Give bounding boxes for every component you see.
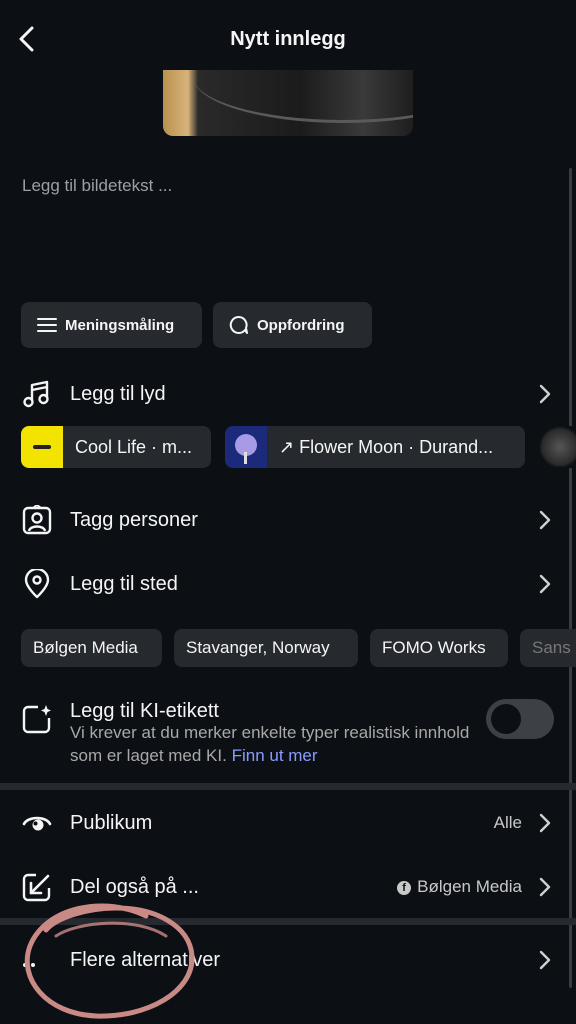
audience-label: Publikum	[70, 811, 153, 834]
ai-label-title: Legg til KI-etikett	[70, 699, 219, 722]
section-divider	[0, 783, 576, 790]
add-audio-label: Legg til lyd	[70, 382, 166, 405]
chevron-right-icon	[539, 384, 551, 404]
toggle-knob	[491, 704, 521, 734]
eye-icon	[22, 816, 52, 831]
audio-suggestion-chip[interactable]: Cool Life · m...	[21, 426, 211, 468]
add-audio-row[interactable]: Legg til lyd	[0, 374, 576, 414]
speech-bubble-icon	[229, 315, 248, 334]
add-location-label: Legg til sted	[70, 572, 178, 595]
ai-label-toggle[interactable]	[486, 699, 554, 739]
location-suggestion-chip[interactable]: Bølgen Media	[21, 629, 162, 667]
audio-suggestion-chip[interactable]	[539, 426, 576, 468]
audio-suggestion-chip[interactable]: ↗ Flower Moon · Durand...	[225, 426, 525, 468]
share-also-account: Bølgen Media	[417, 877, 522, 896]
chevron-right-icon	[539, 950, 551, 970]
section-divider	[0, 918, 576, 925]
album-art-icon	[539, 426, 576, 468]
poll-button[interactable]: Meningsmåling	[21, 302, 202, 348]
chevron-right-icon	[539, 813, 551, 833]
album-art-icon	[21, 426, 63, 468]
share-arrow-icon	[22, 873, 51, 902]
caption-input[interactable]: Legg til bildetekst ...	[22, 176, 172, 196]
post-image-thumbnail[interactable]	[163, 70, 413, 136]
prompt-label: Oppfordring	[257, 316, 345, 334]
ai-label-description: Vi krever at du merker enkelte typer rea…	[70, 721, 470, 767]
poll-label: Meningsmåling	[65, 316, 175, 334]
audio-suggestion-label: ↗ Flower Moon · Durand...	[279, 436, 494, 457]
add-location-row[interactable]: Legg til sted	[0, 564, 576, 604]
audience-value: Alle	[493, 813, 522, 832]
prompt-button[interactable]: Oppfordring	[213, 302, 372, 348]
share-also-row[interactable]: Del også på ... f Bølgen Media	[0, 867, 576, 907]
learn-more-link[interactable]: Finn ut mer	[232, 746, 318, 765]
person-tag-icon	[22, 505, 52, 535]
audience-row[interactable]: Publikum Alle	[0, 803, 576, 843]
more-options-label: Flere alternativer	[70, 948, 221, 971]
ai-sparkle-icon	[22, 705, 51, 734]
more-dots-icon	[23, 963, 35, 967]
menu-lines-icon	[37, 318, 57, 332]
music-note-icon	[23, 380, 49, 408]
facebook-icon: f	[397, 881, 412, 895]
more-options-row[interactable]: Flere alternativer	[0, 940, 576, 980]
tag-people-row[interactable]: Tagg personer	[0, 500, 576, 540]
chevron-right-icon	[539, 510, 551, 530]
location-suggestion-chip[interactable]: Stavanger, Norway	[174, 629, 358, 667]
tag-people-label: Tagg personer	[70, 508, 198, 531]
top-bar: Nytt innlegg	[0, 0, 576, 70]
chevron-right-icon	[539, 877, 551, 897]
location-pin-icon	[24, 569, 50, 599]
audio-suggestion-label: Cool Life · m...	[75, 436, 193, 457]
location-suggestion-chip[interactable]: Sans	[520, 629, 576, 667]
album-art-icon	[225, 426, 267, 468]
page-title: Nytt innlegg	[230, 28, 346, 50]
share-also-value: f Bølgen Media	[397, 877, 522, 897]
location-suggestion-chip[interactable]: FOMO Works	[370, 629, 508, 667]
chevron-right-icon	[539, 574, 551, 594]
share-also-label: Del også på ...	[70, 875, 199, 898]
